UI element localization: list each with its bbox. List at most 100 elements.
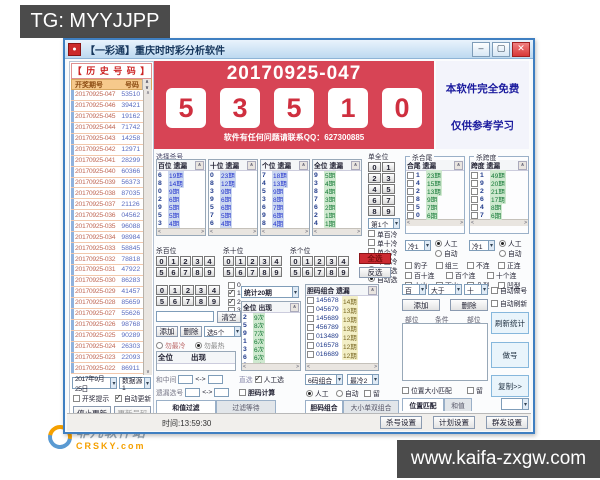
checkbox-icon[interactable] xyxy=(498,262,505,269)
checkbox-icon[interactable] xyxy=(467,387,474,394)
digit-button[interactable]: 4 xyxy=(368,184,381,194)
dan-row[interactable]: 456789 13期 xyxy=(306,323,378,332)
history-row[interactable]: 20170925-039 56373 xyxy=(71,178,143,189)
miss-row[interactable]: 2 1期 xyxy=(313,211,361,219)
radio-icon[interactable] xyxy=(499,250,506,257)
checkbox-icon[interactable] xyxy=(307,315,314,322)
pattern-checkbox[interactable]: 百十连 xyxy=(405,270,443,280)
maximize-button[interactable]: ▢ xyxy=(492,42,510,57)
cond-pos2-combo[interactable]: 十 xyxy=(464,284,488,295)
tab-sum-filter[interactable]: 和值过滤 xyxy=(156,400,216,413)
miss-min-input[interactable] xyxy=(185,388,200,397)
dan-row[interactable]: 145689 13期 xyxy=(306,314,378,323)
span-auto-radio[interactable]: 自动 xyxy=(499,248,522,258)
radio-icon[interactable] xyxy=(156,342,163,349)
history-row[interactable]: 20170925-024 26303 xyxy=(71,342,143,353)
checkbox-icon[interactable] xyxy=(407,172,414,179)
tab-filter-wait[interactable]: 过滤等待 xyxy=(216,400,276,413)
clear-button[interactable]: 清空 xyxy=(217,311,241,323)
kill-digit-button[interactable]: 6 xyxy=(302,267,313,277)
kill-digit-button[interactable]: 3 xyxy=(259,256,270,266)
checkbox-icon[interactable] xyxy=(471,212,478,219)
checkbox-icon[interactable] xyxy=(307,324,314,331)
digit-button[interactable]: 8 xyxy=(368,206,381,216)
checkbox-icon[interactable] xyxy=(487,272,494,279)
kill-digit-button[interactable]: 7 xyxy=(180,267,191,277)
scroll-up-icon[interactable]: ∧ xyxy=(195,161,204,170)
scroll-up-icon[interactable]: ∧ xyxy=(290,303,299,312)
tab-position-match[interactable]: 位置匹配 xyxy=(402,398,444,411)
history-row[interactable]: 20170925-044 71742 xyxy=(71,123,143,134)
pick-digit-button[interactable]: 3 xyxy=(195,285,207,295)
stats-period-combo[interactable]: 统计20期 xyxy=(241,286,299,298)
checkbox-icon[interactable] xyxy=(471,172,478,179)
checkbox-icon[interactable] xyxy=(491,287,498,294)
dan-keep-checkbox[interactable]: 留 xyxy=(364,388,380,398)
auto-update-checkbox[interactable]: 自动更新 xyxy=(115,393,151,403)
minimize-button[interactable]: – xyxy=(472,42,490,57)
checkbox-icon[interactable] xyxy=(239,389,246,396)
history-row[interactable]: 20170925-034 98984 xyxy=(71,232,143,243)
checkbox-icon[interactable] xyxy=(405,262,412,269)
h-scrollbar[interactable] xyxy=(470,219,528,226)
pattern-checkbox[interactable]: 豹子 xyxy=(405,260,433,270)
h-scrollbar[interactable] xyxy=(242,363,300,370)
stats-row[interactable]: 3 6次 xyxy=(242,345,300,353)
tab-size-oddeven[interactable]: 大小单双组合 xyxy=(343,400,399,413)
kill-digit-button[interactable]: 5 xyxy=(156,267,167,277)
miss-row[interactable]: 9 6期 xyxy=(209,195,257,203)
kill-digit-button[interactable]: 9 xyxy=(204,267,215,277)
radio-icon[interactable] xyxy=(499,240,506,247)
history-scrollbar[interactable] xyxy=(143,90,152,375)
refresh-stats-button[interactable]: 刷新统计 xyxy=(491,312,529,334)
kill-digit-button[interactable]: 0 xyxy=(290,256,301,266)
history-row[interactable]: 20170925-031 47922 xyxy=(71,265,143,276)
kill-digit-button[interactable]: 1 xyxy=(302,256,313,266)
right-edge-combo[interactable] xyxy=(501,398,529,410)
copy-button[interactable]: 复制>> xyxy=(491,375,529,397)
titlebar[interactable]: ● 【一彩通】重庆时时彩分析软件 – ▢ ✕ xyxy=(65,40,533,59)
history-row[interactable]: 20170925-041 28299 xyxy=(71,156,143,167)
kill-digit-button[interactable]: 2 xyxy=(247,256,258,266)
checkbox-icon[interactable] xyxy=(307,297,314,304)
cond-pos1-combo[interactable]: 百 xyxy=(402,284,426,295)
pattern-checkbox[interactable]: 组三 xyxy=(436,260,464,270)
h-scrollbar[interactable] xyxy=(306,363,378,370)
kill-digit-button[interactable]: 4 xyxy=(204,256,215,266)
digit-button[interactable]: 3 xyxy=(382,173,395,183)
miss-row[interactable]: 6 4期 xyxy=(209,219,257,227)
kill-digit-button[interactable]: 6 xyxy=(168,267,179,277)
checkbox-icon[interactable] xyxy=(364,390,371,397)
miss-row[interactable]: 8 4期 xyxy=(261,219,309,227)
history-row[interactable]: 20170925-040 60366 xyxy=(71,167,143,178)
miss-row[interactable]: 7 5期 xyxy=(209,211,257,219)
digit-button[interactable]: 1 xyxy=(382,162,395,172)
dan-row[interactable]: 145678 14期 xyxy=(306,296,378,305)
history-row[interactable]: 20170925-033 58845 xyxy=(71,243,143,254)
scroll-up-icon[interactable]: ∧ xyxy=(518,161,527,170)
kill-digit-button[interactable]: 7 xyxy=(314,267,325,277)
pattern-checkbox[interactable]: 正连 xyxy=(498,260,526,270)
pick-digit-button[interactable]: 6 xyxy=(169,296,181,306)
history-row[interactable]: 20170925-028 85659 xyxy=(71,298,143,309)
pick-digit-button[interactable]: 0 xyxy=(156,285,168,295)
checkbox-icon[interactable] xyxy=(307,342,314,349)
history-row[interactable]: 20170925-030 86283 xyxy=(71,276,143,287)
miss-row[interactable]: 3 9期 xyxy=(209,187,257,195)
history-row[interactable]: 20170925-042 12971 xyxy=(71,145,143,156)
stats-row[interactable]: 9 7次 xyxy=(242,329,300,337)
scroll-up-icon[interactable]: ∧ xyxy=(299,161,308,170)
date-combo[interactable]: 2017年9月25日 xyxy=(72,377,117,389)
cond-keep-checkbox[interactable]: 留 xyxy=(467,385,483,395)
checkbox-icon[interactable] xyxy=(307,351,314,358)
sum-min-input[interactable] xyxy=(178,375,193,384)
checkbox-icon[interactable] xyxy=(471,188,478,195)
miss-row[interactable]: 9 5期 xyxy=(157,203,205,211)
add-button[interactable]: 添加 xyxy=(156,326,178,337)
checkbox-icon[interactable] xyxy=(115,395,122,402)
checkbox-icon[interactable] xyxy=(471,204,478,211)
kill-digit-button[interactable]: 7 xyxy=(247,267,258,277)
history-row[interactable]: 20170925-036 04562 xyxy=(71,210,143,221)
make-number-button[interactable]: 做号 xyxy=(491,342,529,368)
invert-select-button[interactable]: 反选 xyxy=(359,267,391,278)
